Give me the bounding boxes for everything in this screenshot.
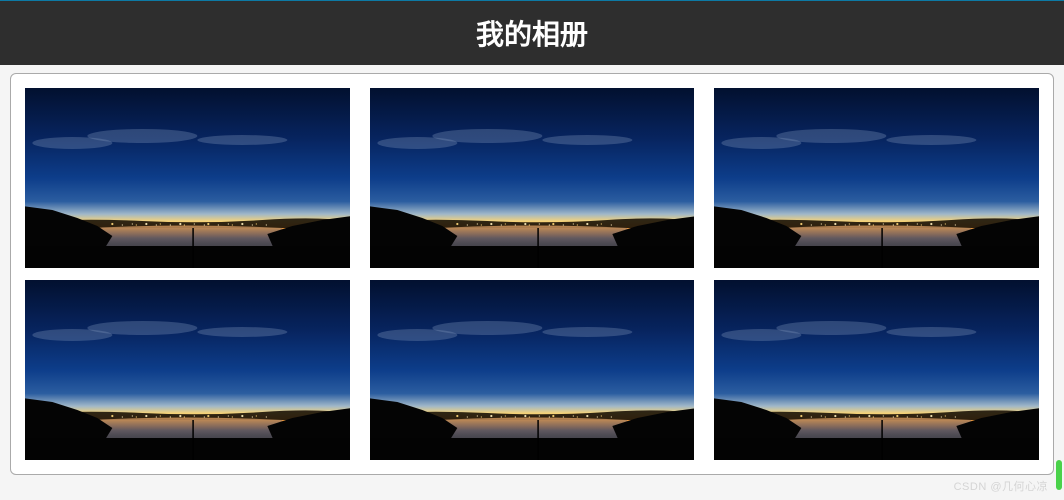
gallery-item[interactable] xyxy=(25,280,350,460)
page-header: 我的相册 xyxy=(0,0,1064,65)
page-title: 我的相册 xyxy=(476,19,588,50)
gallery-row xyxy=(25,280,1039,460)
gallery-item[interactable] xyxy=(370,280,695,460)
gallery-item[interactable] xyxy=(714,280,1039,460)
gallery-item[interactable] xyxy=(714,88,1039,268)
gallery-item[interactable] xyxy=(370,88,695,268)
scrollbar-thumb[interactable] xyxy=(1056,460,1062,490)
gallery-item[interactable] xyxy=(25,88,350,268)
gallery-container xyxy=(10,73,1054,475)
gallery-row xyxy=(25,88,1039,268)
watermark-text: CSDN @几何心凉 xyxy=(954,478,1048,494)
